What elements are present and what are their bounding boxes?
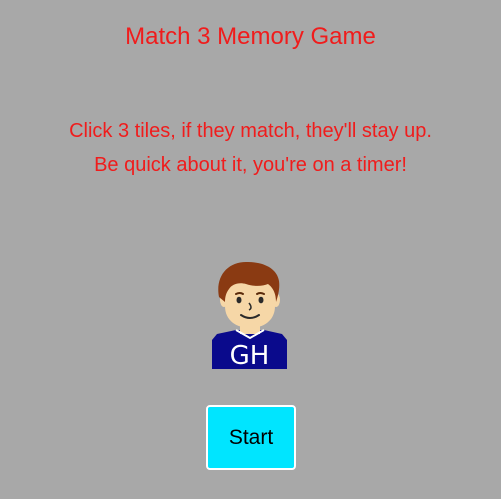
boy-avatar-icon: GH	[205, 258, 295, 373]
game-title: Match 3 Memory Game	[125, 23, 376, 50]
instructions-line-1: Click 3 tiles, if they match, they'll st…	[69, 120, 432, 142]
instructions-line-2: Be quick about it, you're on a timer!	[94, 154, 407, 176]
instructions: Click 3 tiles, if they match, they'll st…	[0, 114, 501, 182]
start-button[interactable]: Start	[206, 405, 296, 470]
avatar-initials: GH	[230, 341, 270, 371]
